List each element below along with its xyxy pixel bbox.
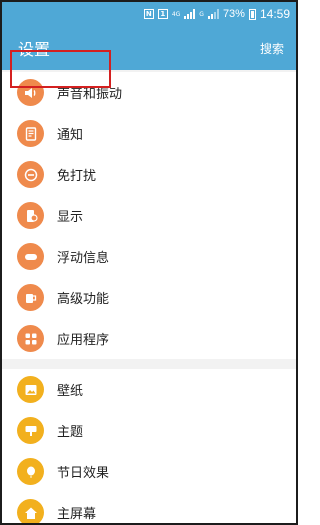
apps-icon [17, 325, 44, 352]
settings-item[interactable]: 应用程序 [2, 318, 296, 359]
settings-item[interactable]: 高级功能 [2, 277, 296, 318]
sim-icon: 1 [157, 9, 168, 19]
settings-item[interactable]: 主屏幕 [2, 492, 296, 523]
search-button[interactable]: 搜索 [260, 40, 284, 57]
settings-group: 壁纸主题节日效果主屏幕 [2, 369, 296, 523]
battery-icon [248, 8, 256, 20]
floating-message-icon [17, 243, 44, 270]
group-divider [2, 359, 296, 369]
home-screen-icon [17, 499, 44, 523]
settings-item[interactable]: 节日效果 [2, 451, 296, 492]
settings-item[interactable]: 免打扰 [2, 154, 296, 195]
settings-item-label: 显示 [57, 210, 84, 225]
settings-item-label: 高级功能 [57, 292, 110, 307]
do-not-disturb-icon [17, 161, 44, 188]
settings-item-label: 声音和振动 [57, 87, 123, 102]
settings-list: 声音和振动通知免打扰显示浮动信息高级功能应用程序壁纸主题节日效果主屏幕 [2, 72, 296, 523]
page-title: 设置 [18, 40, 51, 59]
settings-item[interactable]: 壁纸 [2, 369, 296, 410]
theme-icon [17, 417, 44, 444]
signal-icon-2 [207, 9, 219, 19]
advanced-features-icon [17, 284, 44, 311]
notification-icon [17, 120, 44, 147]
settings-item-label: 浮动信息 [57, 251, 110, 266]
app-bar: 设置 搜索 [2, 26, 296, 70]
clock: 14:59 [259, 7, 290, 21]
settings-item[interactable]: 主题 [2, 410, 296, 451]
status-bar: N 1 4G G 73% 14:59 [2, 2, 296, 26]
holiday-effect-icon [17, 458, 44, 485]
phone-screen: N 1 4G G 73% 14:59 设置 搜索 声音和振动通知免打扰显示浮动信… [0, 0, 298, 525]
settings-item[interactable]: 浮动信息 [2, 236, 296, 277]
settings-item-label: 节日效果 [57, 466, 110, 481]
display-icon [17, 202, 44, 229]
settings-group: 声音和振动通知免打扰显示浮动信息高级功能应用程序 [2, 72, 296, 359]
settings-item-label: 主题 [57, 425, 84, 440]
settings-item-label: 主屏幕 [57, 507, 97, 522]
signal-icon [184, 9, 196, 19]
settings-item-label: 应用程序 [57, 333, 110, 348]
settings-item-label: 免打扰 [57, 169, 97, 184]
network-type-2: G [199, 10, 204, 18]
settings-item-label: 壁纸 [57, 384, 84, 399]
network-type: 4G [171, 10, 181, 18]
wallpaper-icon [17, 376, 44, 403]
nfc-icon: N [143, 9, 154, 19]
settings-item-label: 通知 [57, 128, 84, 143]
volume-icon [17, 79, 44, 106]
settings-item[interactable]: 显示 [2, 195, 296, 236]
settings-item[interactable]: 通知 [2, 113, 296, 154]
battery-percent: 73% [222, 8, 245, 20]
settings-item[interactable]: 声音和振动 [2, 72, 296, 113]
